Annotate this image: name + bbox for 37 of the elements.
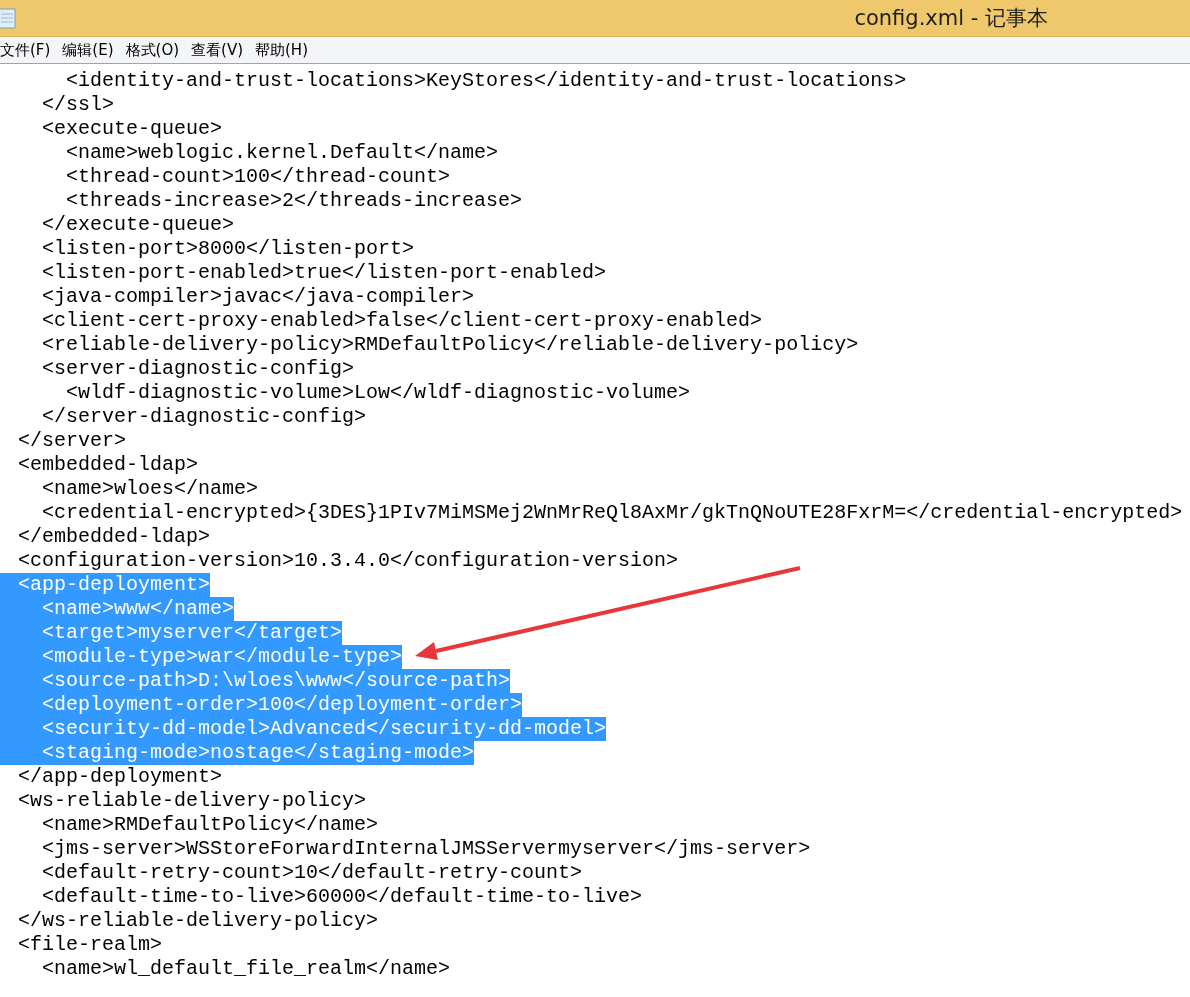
text-line: <listen-port>8000</listen-port>: [41, 237, 415, 261]
text-line: <client-cert-proxy-enabled>false</client-cert-proxy-enabled>: [41, 309, 763, 333]
text-line: <threads-increase>2</threads-increase>: [65, 189, 523, 213]
text-line: <execute-queue>: [41, 117, 223, 141]
menu-item[interactable]: 查看(V): [191, 40, 249, 60]
menu-item[interactable]: 帮助(H): [255, 40, 314, 60]
text-line: <name>wl_default_file_realm</name>: [41, 957, 451, 981]
menu-item[interactable]: 格式(O): [125, 40, 186, 60]
text-line: </server-diagnostic-config>: [41, 405, 367, 429]
text-line: <listen-port-enabled>true</listen-port-enabled>: [41, 261, 607, 285]
text-line: <default-retry-count>10</default-retry-count>: [41, 861, 583, 885]
text-line: </embedded-ldap>: [17, 525, 211, 549]
text-line: <name>wloes</name>: [41, 477, 259, 501]
text-line: </execute-queue>: [41, 213, 235, 237]
text-line: </ssl>: [41, 93, 115, 117]
text-line: </ws-reliable-delivery-policy>: [17, 909, 379, 933]
text-line: <jms-server>WSStoreForwardInternalJMSServermyserver</jms-server>: [41, 837, 811, 861]
text-line: <embedded-ldap>: [17, 453, 199, 477]
text-line: </app-deployment>: [17, 765, 223, 789]
text-line: <java-compiler>javac</java-compiler>: [41, 285, 475, 309]
text-line: <name>RMDefaultPolicy</name>: [41, 813, 379, 837]
text-line: <file-realm>: [17, 933, 163, 957]
text-line: <identity-and-trust-locations>KeyStores</identity-and-trust-locations>: [65, 69, 907, 93]
text-line: </server>: [17, 429, 127, 453]
menu-item[interactable]: 编辑(E): [62, 40, 120, 60]
menu-item[interactable]: 文件(F): [0, 40, 57, 60]
window-title: config.xml - 记事本: [854, 5, 1048, 32]
text-line: <configuration-version>10.3.4.0</configuration-version>: [17, 549, 679, 573]
text-line: <default-time-to-live>60000</default-time-to-live>: [41, 885, 643, 909]
text-line: <wldf-diagnostic-volume>Low</wldf-diagnostic-volume>: [65, 381, 691, 405]
text-line: <server-diagnostic-config>: [41, 357, 355, 381]
notepad-icon: [0, 7, 16, 29]
text-line: <reliable-delivery-policy>RMDefaultPolicy</reliable-delivery-policy>: [41, 333, 859, 357]
text-line: <name>weblogic.kernel.Default</name>: [65, 141, 499, 165]
text-line: <ws-reliable-delivery-policy>: [17, 789, 367, 813]
text-line: <credential-encrypted>{3DES}1PIv7MiMSMej2WnMrReQl8AxMr/gkTnQNoUTE28FxrM=</credential-encrypted>: [41, 501, 1183, 525]
text-line: <thread-count>100</thread-count>: [65, 165, 451, 189]
